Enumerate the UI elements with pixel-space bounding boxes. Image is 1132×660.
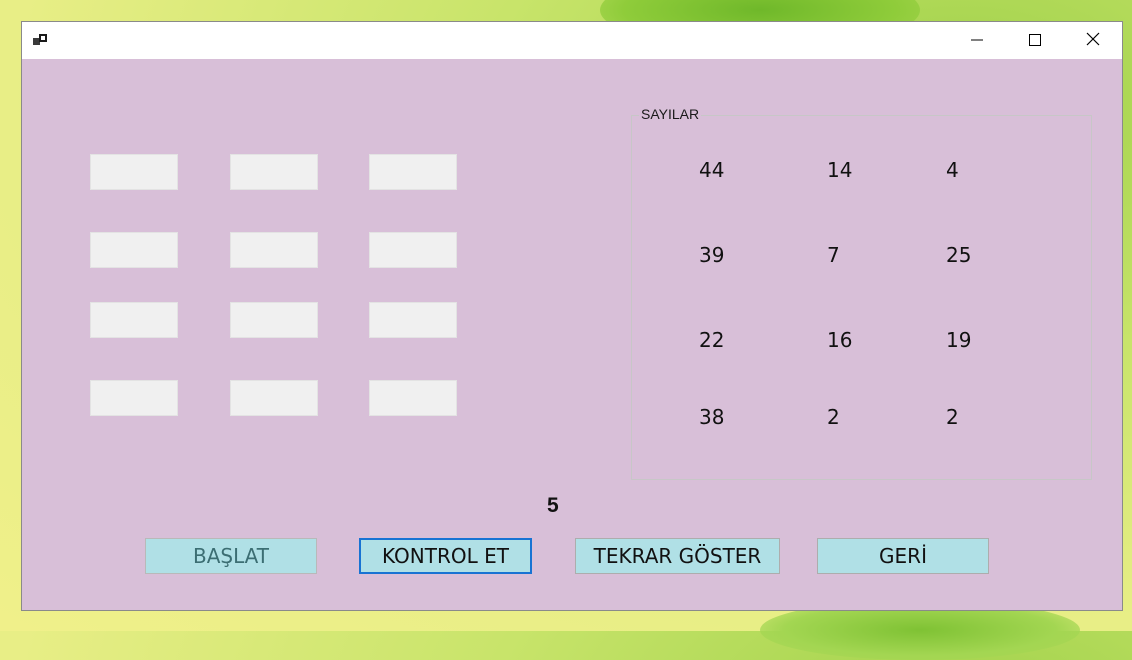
number-label: 2 — [946, 405, 959, 429]
close-icon — [1086, 31, 1100, 50]
number-label: 39 — [699, 243, 725, 267]
maximize-icon — [1029, 31, 1041, 50]
number-label: 22 — [699, 328, 725, 352]
back-button[interactable]: GERİ — [817, 538, 989, 574]
answer-input-10[interactable] — [90, 380, 178, 416]
show-again-button[interactable]: TEKRAR GÖSTER — [575, 538, 780, 574]
close-button[interactable] — [1064, 22, 1122, 59]
answer-input-1[interactable] — [90, 154, 178, 190]
number-label: 2 — [827, 405, 840, 429]
answer-input-4[interactable] — [90, 232, 178, 268]
answer-input-6[interactable] — [369, 232, 457, 268]
app-window: SAYILAR 44 14 4 39 7 25 22 16 19 38 2 2 … — [21, 21, 1123, 611]
number-label: 25 — [946, 243, 972, 267]
number-label: 38 — [699, 405, 725, 429]
maximize-button[interactable] — [1006, 22, 1064, 59]
result-label: 5 — [547, 494, 559, 517]
app-icon[interactable] — [33, 32, 49, 48]
number-label: 7 — [827, 243, 840, 267]
check-button[interactable]: KONTROL ET — [359, 538, 532, 574]
answer-input-9[interactable] — [369, 302, 457, 338]
number-label: 14 — [827, 158, 853, 182]
answer-input-7[interactable] — [90, 302, 178, 338]
minimize-button[interactable] — [948, 22, 1006, 59]
answer-input-5[interactable] — [230, 232, 318, 268]
number-label: 19 — [946, 328, 972, 352]
answer-input-2[interactable] — [230, 154, 318, 190]
answer-input-12[interactable] — [369, 380, 457, 416]
start-button[interactable]: BAŞLAT — [145, 538, 317, 574]
minimize-icon — [971, 31, 983, 50]
number-label: 4 — [946, 158, 959, 182]
title-bar[interactable] — [22, 22, 1122, 59]
numbers-group-title: SAYILAR — [639, 106, 702, 122]
number-label: 16 — [827, 328, 853, 352]
answer-input-3[interactable] — [369, 154, 457, 190]
answer-input-11[interactable] — [230, 380, 318, 416]
answer-input-8[interactable] — [230, 302, 318, 338]
number-label: 44 — [699, 158, 725, 182]
